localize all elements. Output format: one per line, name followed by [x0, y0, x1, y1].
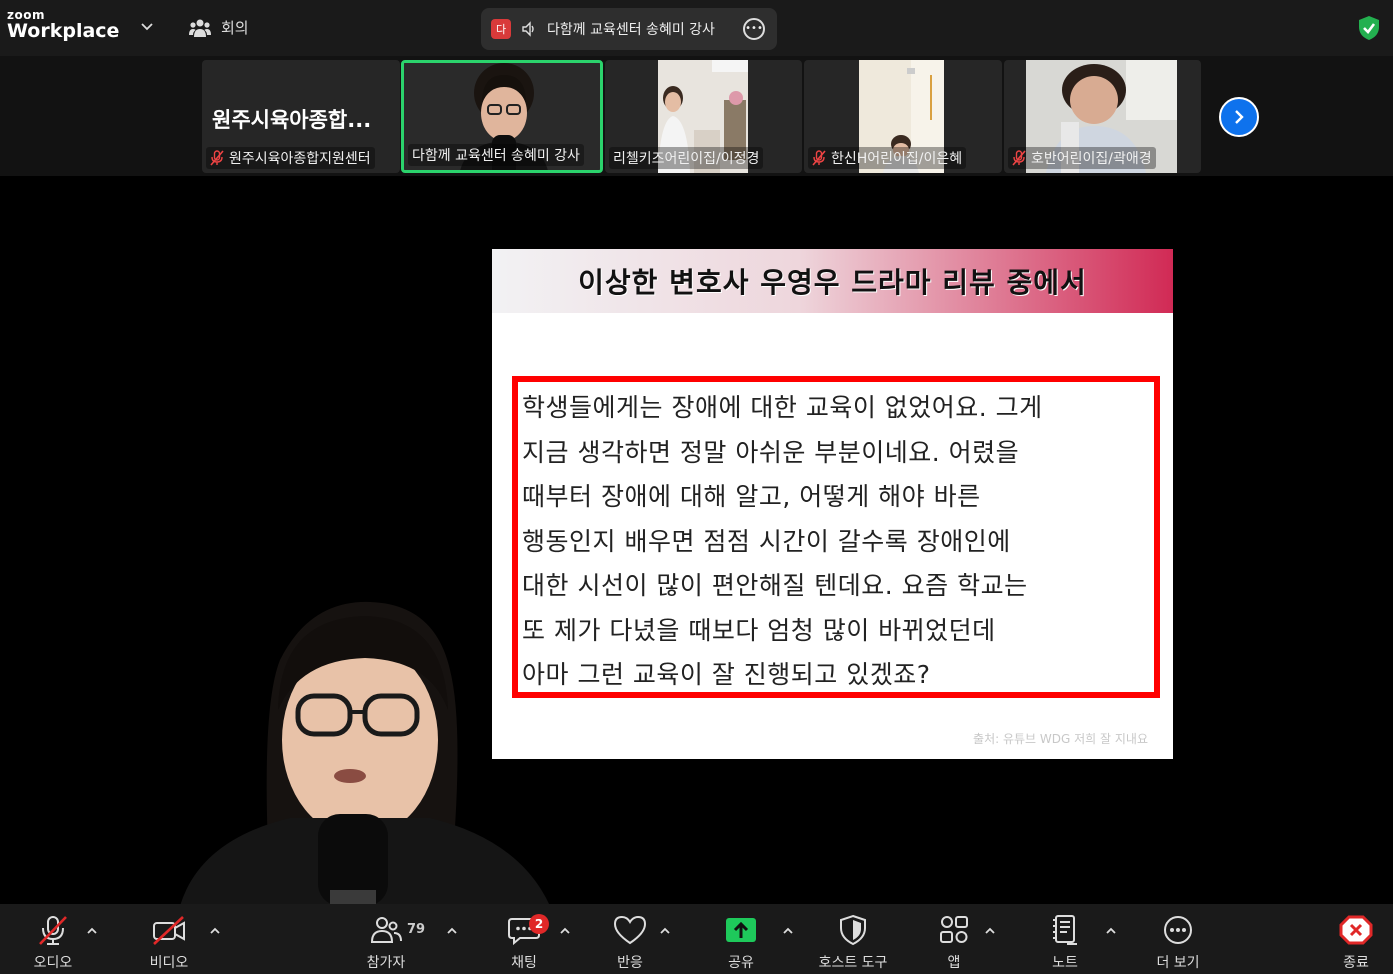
slide-title: 이상한 변호사 우영우 드라마 리뷰 중에서	[578, 266, 1087, 299]
participant-tile-active[interactable]: 다함께 교육센터 송혜미 강사	[401, 60, 603, 173]
participants-icon	[370, 917, 402, 943]
apps-icon	[940, 916, 968, 943]
quote-line: 때부터 장애에 대해 알고, 어떻게 해야 바른	[522, 482, 981, 511]
notes-icon	[1053, 915, 1077, 945]
participant-initials-label: 원주시육아종합...	[212, 108, 372, 132]
more-dots-icon	[1164, 916, 1192, 944]
participant-name-tag: 한신H어린이집/이은혜	[808, 147, 967, 169]
video-button[interactable]: 비디오	[129, 914, 209, 972]
notes-label: 노트	[1052, 955, 1078, 971]
apps-button[interactable]: 앱	[914, 914, 994, 972]
audio-options-caret-icon[interactable]	[86, 926, 98, 936]
share-label: 공유	[728, 955, 754, 971]
participant-name: 원주시육아종합지원센터	[229, 151, 371, 167]
speaker-volume-icon	[522, 21, 534, 37]
participant-name: 다함께 교육센터 송혜미 강사	[412, 148, 580, 164]
more-options-icon[interactable]: •••	[743, 18, 765, 40]
quote-line: 학생들에게는 장애에 대한 교육이 없었어요. 그게	[522, 393, 1043, 422]
end-label: 종료	[1343, 955, 1369, 971]
next-page-button[interactable]	[1219, 97, 1259, 137]
participant-tile[interactable]: 리첼키즈어린이집/이정경	[605, 60, 802, 173]
zoom-logo: zoom Workplace	[7, 9, 119, 41]
quote-line: 지금 생각하면 정말 아쉬운 부분이네요. 어렸을	[522, 438, 1020, 467]
apps-options-caret-icon[interactable]	[984, 926, 996, 936]
apps-label: 앱	[947, 955, 961, 971]
end-meeting-button[interactable]: 종료	[1316, 914, 1393, 972]
security-shield-icon[interactable]	[1357, 15, 1381, 41]
logo-product-text: Workplace	[7, 20, 120, 42]
meeting-info-button[interactable]: 회의	[189, 17, 249, 38]
reactions-label: 반응	[617, 955, 643, 971]
chat-label: 채팅	[511, 955, 537, 971]
heart-icon	[613, 915, 647, 945]
chat-button[interactable]: 채팅	[484, 914, 564, 972]
notes-options-caret-icon[interactable]	[1105, 926, 1117, 936]
quote-line: 또 제가 다녔을 때보다 엄청 많이 바뀌었던데	[522, 616, 996, 645]
muted-mic-icon	[1012, 150, 1026, 166]
host-tools-label: 호스트 도구	[818, 955, 888, 971]
muted-mic-icon	[812, 150, 826, 166]
video-label: 비디오	[149, 955, 189, 971]
participant-gallery-strip: 원주시육아종합... 원주시육아종합지원센터 다함께 교육센터 송혜미 강사 리…	[0, 56, 1393, 176]
share-button[interactable]: 공유	[701, 914, 781, 972]
audio-button[interactable]: 오디오	[13, 914, 93, 972]
video-options-caret-icon[interactable]	[209, 926, 221, 936]
host-tools-button[interactable]: 호스트 도구	[813, 914, 893, 972]
participant-name: 한신H어린이집/이은혜	[831, 151, 963, 167]
notes-button[interactable]: 노트	[1025, 914, 1105, 972]
participant-name-tag: 호반어린이집/곽애경	[1008, 147, 1156, 169]
participant-name-tag: 원주시육아종합지원센터	[206, 147, 375, 169]
host-shield-icon	[840, 914, 866, 946]
participant-name: 호반어린이집/곽애경	[1031, 151, 1152, 167]
meeting-label: 회의	[221, 19, 249, 37]
share-screen-icon	[726, 918, 756, 942]
slide-source: 출처: 유튜브 WDG 저희 잘 지내요	[973, 732, 1148, 746]
muted-mic-icon	[210, 150, 224, 166]
active-speaker-indicator[interactable]: 다 다함께 교육센터 송혜미 강사 •••	[481, 8, 777, 50]
audio-label: 오디오	[33, 955, 73, 971]
more-button[interactable]: 더 보기	[1138, 914, 1218, 972]
share-options-caret-icon[interactable]	[782, 926, 794, 936]
people-icon	[189, 19, 211, 37]
chevron-down-icon[interactable]	[140, 20, 154, 34]
chat-options-caret-icon[interactable]	[559, 926, 571, 936]
chevron-right-icon	[1235, 110, 1244, 124]
participant-tile[interactable]: 원주시육아종합... 원주시육아종합지원센터	[202, 60, 400, 173]
participant-name-tag: 다함께 교육센터 송혜미 강사	[408, 144, 584, 166]
shared-screen-slide: 이상한 변호사 우영우 드라마 리뷰 중에서 학생들에게는 장애에 대한 교육이…	[492, 249, 1173, 759]
participants-label: 참가자	[366, 955, 406, 971]
reactions-button[interactable]: 반응	[590, 914, 670, 972]
participant-tile[interactable]: 호반어린이집/곽애경	[1004, 60, 1201, 173]
active-speaker-name: 다함께 교육센터 송혜미 강사	[547, 22, 715, 38]
quote-line: 아마 그런 교육이 잘 진행되고 있겠죠?	[522, 660, 931, 689]
top-bar: zoom Workplace 회의 다 다함께 교육센터 송혜미 강사 •••	[0, 0, 1393, 56]
slide-header: 이상한 변호사 우영우 드라마 리뷰 중에서	[492, 249, 1173, 313]
participant-name-tag: 리첼키즈어린이집/이정경	[609, 147, 764, 169]
bottom-toolbar: 오디오 비디오 참가자 채팅 반응 공유 호스트 도구 앱 노트 더 보기 종료	[0, 904, 1393, 974]
muted-microphone-icon	[39, 916, 67, 945]
chat-unread-badge: 2	[529, 914, 549, 934]
quote-line: 행동인지 배우면 점점 시간이 갈수록 장애인에	[522, 527, 1011, 556]
video-off-icon	[153, 916, 185, 945]
participant-name: 리첼키즈어린이집/이정경	[613, 151, 760, 167]
more-label: 더 보기	[1156, 955, 1200, 971]
speaker-video	[180, 601, 550, 906]
end-meeting-icon	[1339, 915, 1373, 945]
speaker-avatar: 다	[491, 19, 511, 39]
participants-options-caret-icon[interactable]	[446, 926, 458, 936]
participants-count: 79	[407, 922, 426, 937]
quote-line: 대한 시선이 많이 편안해질 텐데요. 요즘 학교는	[522, 571, 1028, 600]
participant-tile[interactable]: 한신H어린이집/이은혜	[804, 60, 1002, 173]
reactions-options-caret-icon[interactable]	[659, 926, 671, 936]
